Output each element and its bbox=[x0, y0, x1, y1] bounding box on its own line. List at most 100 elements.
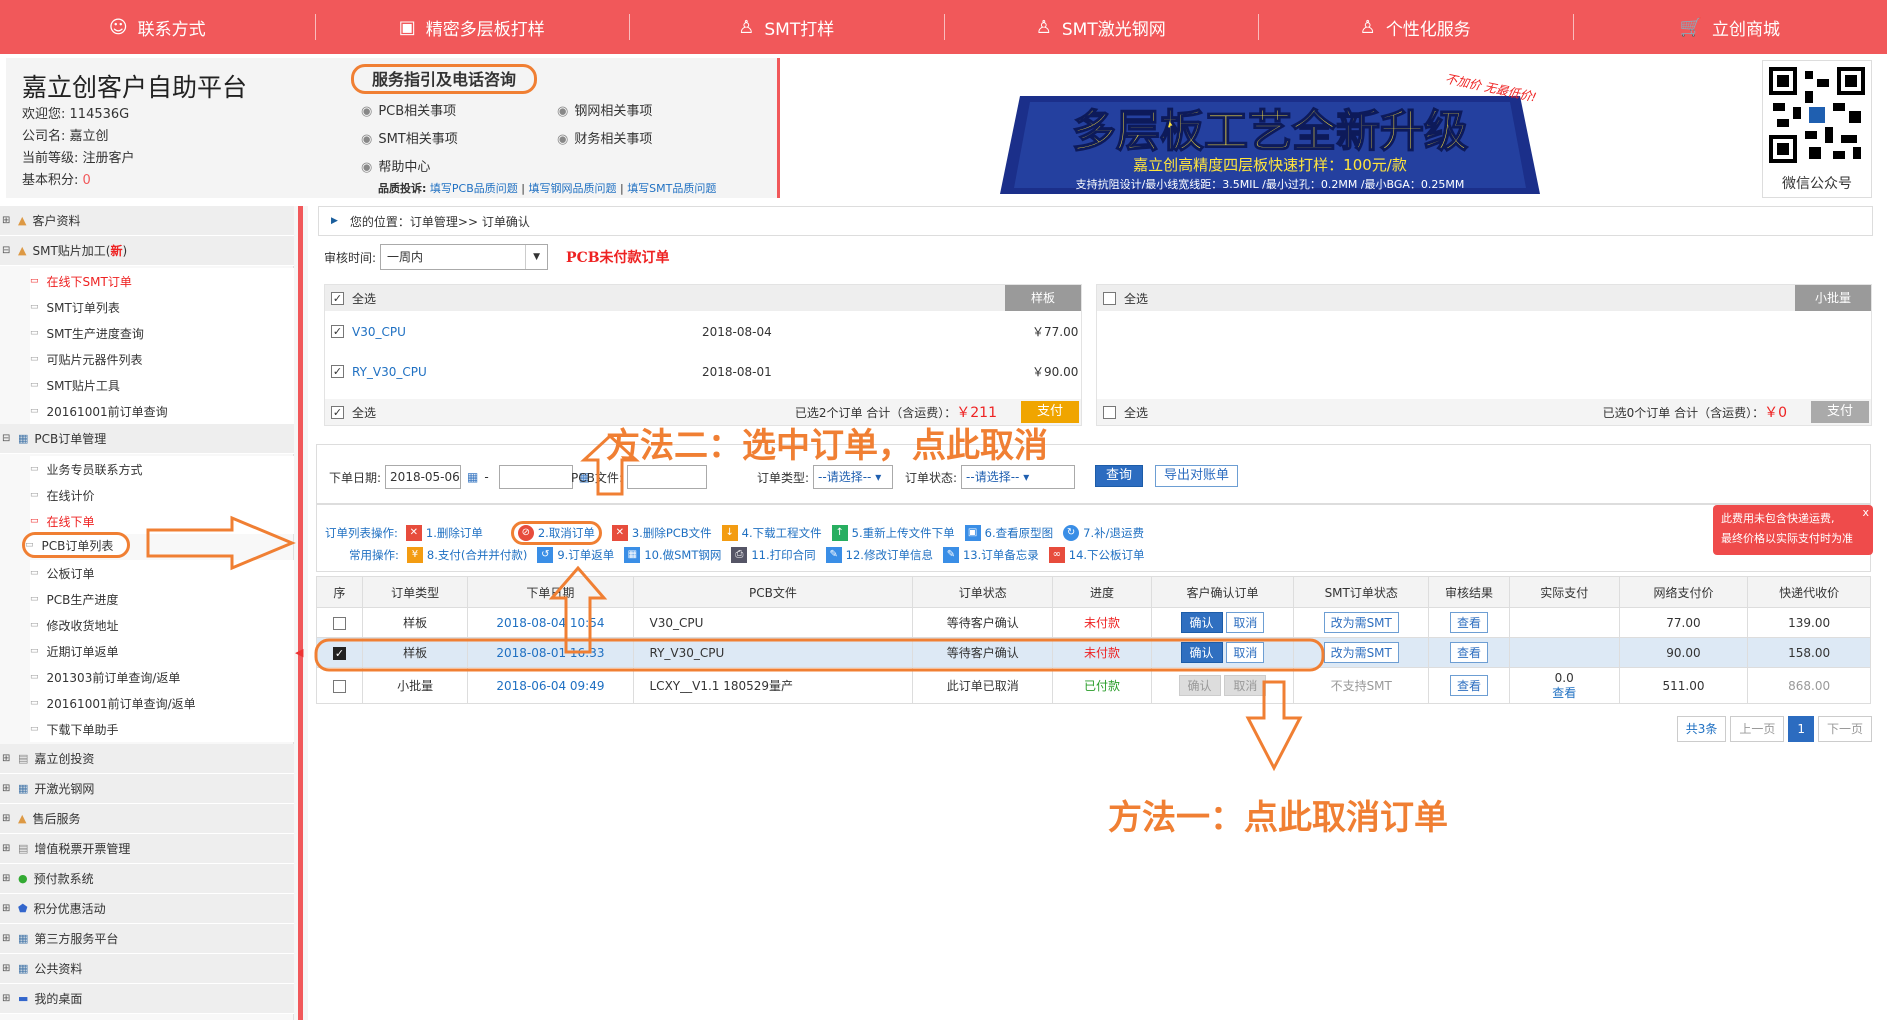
order-name[interactable]: RY_V30_CPU bbox=[352, 365, 702, 379]
order-date-link[interactable]: 2018-08-04 10:54 bbox=[467, 607, 634, 638]
service-link-pcb[interactable]: PCB相关事项 bbox=[378, 104, 456, 119]
view-prototype-button[interactable]: ▣ 6.查看原型图 bbox=[964, 525, 1053, 541]
reorder-button[interactable]: ↺ 9.订单返单 bbox=[537, 547, 614, 563]
collapse-icon[interactable]: ⊟ bbox=[2, 433, 14, 444]
confirm-button[interactable]: 确认 bbox=[1180, 612, 1223, 633]
sidebar-group-public[interactable]: ⊞ ▦ 公共资料 bbox=[0, 954, 294, 984]
row-checkbox[interactable] bbox=[332, 679, 346, 693]
row-checkbox[interactable]: ✓ bbox=[331, 365, 344, 378]
reupload-file-button[interactable]: ↑ 5.重新上传文件下单 bbox=[831, 525, 955, 541]
sidebar-item-2016-orders[interactable]: ▭ 20161001前订单查询/返单 bbox=[30, 690, 294, 716]
service-link-finance[interactable]: 财务相关事项 bbox=[574, 132, 652, 147]
expand-icon[interactable]: ⊞ bbox=[2, 963, 14, 974]
table-row[interactable]: ✓ 样板 2018-08-01 16:33 RY_V30_CPU 等待客户确认 … bbox=[316, 637, 1871, 668]
sidebar-group-stencil[interactable]: ⊞ ▦ 开激光钢网 bbox=[0, 774, 294, 804]
type-select[interactable]: --请选择-- ▾ bbox=[813, 465, 894, 489]
sidebar-collapse-bar[interactable]: ◀ bbox=[294, 206, 308, 1020]
chevron-left-icon[interactable]: ◀ bbox=[295, 646, 303, 659]
expand-icon[interactable]: ⊞ bbox=[2, 753, 14, 764]
quality-link-smt[interactable]: 填写SMT品质问题 bbox=[627, 182, 716, 195]
expand-icon[interactable]: ⊞ bbox=[2, 215, 14, 226]
print-contract-button[interactable]: ⎙ 11.打印合同 bbox=[731, 547, 816, 563]
next-page-button[interactable]: 下一页 bbox=[1817, 716, 1872, 742]
close-icon[interactable]: x bbox=[1862, 503, 1869, 523]
order-date-link[interactable]: 2018-06-04 09:49 bbox=[467, 667, 634, 704]
service-link-smt[interactable]: SMT相关事项 bbox=[378, 132, 457, 147]
sidebar-group-aftersales[interactable]: ⊞ ▲ 售后服务 bbox=[0, 804, 294, 834]
date-from-input[interactable]: 2018-05-06 bbox=[385, 465, 462, 489]
select-all-checkbox[interactable] bbox=[1103, 405, 1116, 419]
expand-icon[interactable]: ⊞ bbox=[2, 933, 14, 944]
download-engineering-file-button[interactable]: ↓ 4.下载工程文件 bbox=[721, 525, 822, 541]
sidebar-group-investment[interactable]: ⊞ ▤ 嘉立创投资 bbox=[0, 744, 294, 774]
expand-icon[interactable]: ⊞ bbox=[2, 993, 14, 1004]
view-audit-button[interactable]: 查看 bbox=[1450, 642, 1489, 663]
sidebar-group-invoice[interactable]: ⊞ ▤ 增值税票开票管理 bbox=[0, 834, 294, 864]
sidebar-item-recent-reorder[interactable]: ▭ 近期订单返单 bbox=[30, 638, 294, 664]
edit-order-button[interactable]: ✎ 12.修改订单信息 bbox=[825, 547, 933, 563]
delete-pcb-file-button[interactable]: ✕ 3.删除PCB文件 bbox=[611, 525, 712, 541]
row-checkbox[interactable]: ✓ bbox=[332, 646, 346, 660]
expand-icon[interactable]: ⊞ bbox=[2, 783, 14, 794]
row-checkbox[interactable] bbox=[332, 616, 346, 630]
expand-icon[interactable]: ⊞ bbox=[2, 843, 14, 854]
change-to-smt-button[interactable]: 改为需SMT bbox=[1323, 612, 1399, 633]
sidebar-group-smt[interactable]: ⊟ ▲ SMT贴片加工(新) bbox=[0, 236, 294, 266]
sidebar-item-online-quote[interactable]: ▭ 在线计价 bbox=[30, 482, 294, 508]
sidebar-group-prepay[interactable]: ⊞ ● 预付款系统 bbox=[0, 864, 294, 894]
query-button[interactable]: 查询 bbox=[1095, 465, 1144, 487]
delete-order-button[interactable]: ✕ 1.删除订单 bbox=[405, 525, 483, 541]
sidebar-item-smt-tools[interactable]: ▭ SMT贴片工具 bbox=[30, 372, 294, 398]
cancel-order-button[interactable]: ⊘ 2.取消订单 bbox=[510, 521, 602, 545]
cancel-button[interactable]: 取消 bbox=[1226, 642, 1265, 663]
sidebar-group-points[interactable]: ⊞ ⬟ 积分优惠活动 bbox=[0, 894, 294, 924]
nav-mall[interactable]: 🛒 立创商城 bbox=[1572, 0, 1887, 54]
prev-page-button[interactable]: 上一页 bbox=[1730, 716, 1785, 742]
service-link-help[interactable]: 帮助中心 bbox=[378, 160, 430, 175]
nav-custom[interactable]: ♙ 个性化服务 bbox=[1258, 0, 1573, 54]
order-memo-button[interactable]: ✎ 13.订单备忘录 bbox=[942, 547, 1039, 563]
quality-link-stencil[interactable]: 填写钢网品质问题 bbox=[528, 182, 616, 195]
order-name[interactable]: V30_CPU bbox=[352, 325, 702, 339]
order-date-link[interactable]: 2018-08-01 16:33 bbox=[467, 637, 634, 668]
smt-stencil-button[interactable]: ▦ 10.做SMT钢网 bbox=[624, 547, 721, 563]
sidebar-item-online-order[interactable]: ▭ 在线下单 bbox=[30, 508, 294, 534]
table-row[interactable]: 样板 2018-08-04 10:54 V30_CPU 等待客户确认 未付款 确… bbox=[316, 607, 1871, 638]
sidebar-item-smt-order-list[interactable]: ▭ SMT订单列表 bbox=[30, 294, 294, 320]
export-statement-button[interactable]: 导出对账单 bbox=[1155, 465, 1239, 487]
expand-icon[interactable]: ⊞ bbox=[2, 903, 14, 914]
status-select[interactable]: --请选择-- ▾ bbox=[961, 465, 1076, 489]
cancel-button[interactable]: 取消 bbox=[1226, 612, 1265, 633]
sidebar-item-download-helper[interactable]: ▭ 下载下单助手 bbox=[30, 716, 294, 742]
confirm-button[interactable]: 确认 bbox=[1180, 642, 1223, 663]
calendar-icon[interactable]: ▦ bbox=[467, 470, 478, 484]
pay-button[interactable]: 支付 bbox=[1811, 401, 1869, 423]
table-row[interactable]: 小批量 2018-06-04 09:49 LCXY__V1.1 180529量产… bbox=[316, 667, 1871, 704]
select-all-checkbox[interactable] bbox=[1103, 291, 1116, 305]
expand-icon[interactable]: ⊞ bbox=[2, 873, 14, 884]
sidebar-item-2013-orders[interactable]: ▭ 201303前订单查询/返单 bbox=[30, 664, 294, 690]
date-to-input[interactable] bbox=[498, 465, 573, 489]
pcb-file-input[interactable] bbox=[626, 465, 707, 489]
sidebar-group-customer[interactable]: ⊞ ▲ 客户资料 bbox=[0, 206, 294, 236]
nav-multilayer[interactable]: ▣ 精密多层板打样 bbox=[314, 0, 630, 54]
row-checkbox[interactable]: ✓ bbox=[331, 325, 344, 338]
select-all-checkbox[interactable]: ✓ bbox=[331, 405, 344, 419]
expand-icon[interactable]: ⊞ bbox=[2, 813, 14, 824]
sidebar-item-components[interactable]: ▭ 可贴片元器件列表 bbox=[30, 346, 294, 372]
sidebar-item-address[interactable]: ▭ 修改收货地址 bbox=[30, 612, 294, 638]
sidebar-item-panel-order[interactable]: ▭ 公板订单 bbox=[30, 560, 294, 586]
quality-link-pcb[interactable]: 填写PCB品质问题 bbox=[430, 182, 518, 195]
service-link-stencil[interactable]: 钢网相关事项 bbox=[574, 104, 652, 119]
collapse-icon[interactable]: ⊟ bbox=[2, 245, 14, 256]
nav-contact[interactable]: ☺ 联系方式 bbox=[0, 0, 315, 54]
sidebar-item-old-smt-orders[interactable]: ▭ 20161001前订单查询 bbox=[30, 398, 294, 424]
page-1-button[interactable]: 1 bbox=[1788, 716, 1814, 742]
sidebar-item-smt-progress[interactable]: ▭ SMT生产进度查询 bbox=[30, 320, 294, 346]
sidebar-item-pcb-progress[interactable]: ▭ PCB生产进度 bbox=[30, 586, 294, 612]
sidebar-item-online-smt-order[interactable]: ▭ 在线下SMT订单 bbox=[30, 268, 294, 294]
view-audit-button[interactable]: 查看 bbox=[1450, 612, 1489, 633]
select-all-checkbox[interactable]: ✓ bbox=[331, 291, 344, 305]
panel-order-button[interactable]: ∞ 14.下公板订单 bbox=[1048, 547, 1145, 563]
sidebar-item-pcb-order-list[interactable]: ▭ PCB订单列表 bbox=[22, 532, 130, 558]
